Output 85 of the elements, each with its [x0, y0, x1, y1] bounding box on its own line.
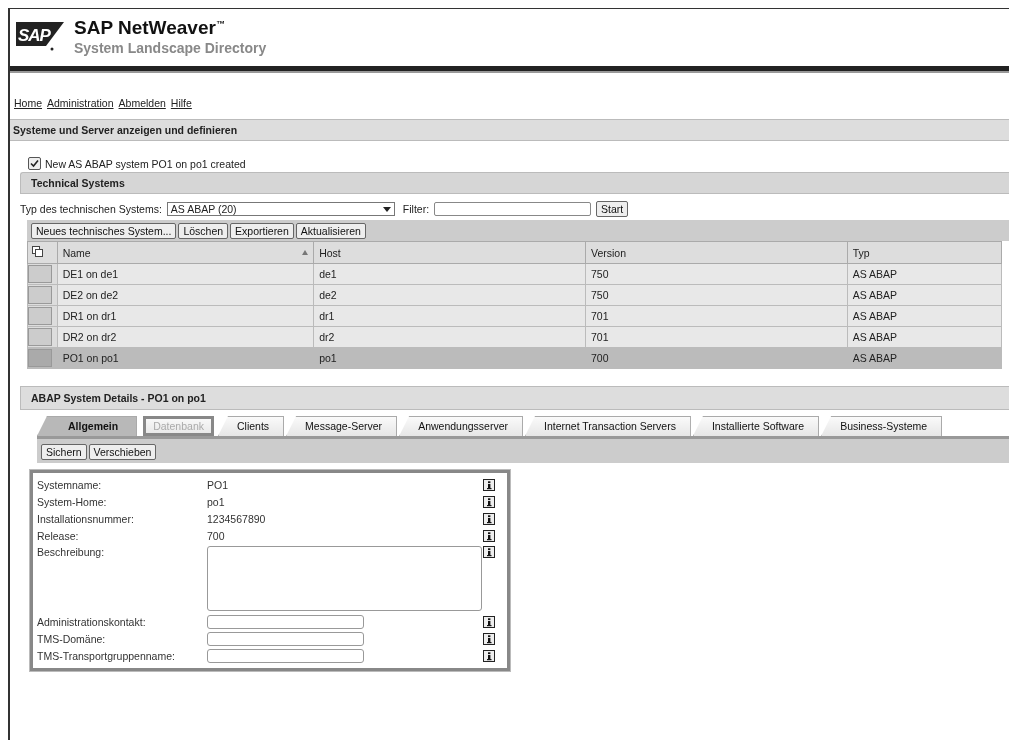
column-header[interactable]: Typ	[852, 246, 870, 259]
field-value: PO1	[207, 478, 228, 491]
product-subtitle: System Landscape Directory	[74, 40, 267, 56]
table-cell: AS ABAP	[852, 331, 897, 343]
field-label: TMS-Domäne:	[37, 632, 106, 645]
field-label: System-Home:	[37, 495, 107, 508]
info-icon[interactable]	[483, 512, 495, 525]
row-selector[interactable]	[28, 265, 52, 283]
info-icon[interactable]	[483, 478, 495, 491]
info-icon[interactable]	[483, 546, 495, 558]
table-cell: AS ABAP	[852, 268, 897, 280]
table-cell: de2	[319, 289, 337, 301]
field-label: Beschreibung:	[37, 546, 105, 558]
column-settings-icon[interactable]	[32, 246, 43, 257]
tab[interactable]: Business-Systeme	[821, 416, 943, 436]
table-cell: 750	[591, 268, 609, 280]
dropdown-caret-icon	[382, 206, 391, 212]
column-header[interactable]: Version	[591, 246, 627, 259]
table-cell: 701	[591, 331, 609, 343]
toolbar-button[interactable]: Löschen	[178, 223, 229, 239]
info-icon[interactable]	[483, 649, 495, 662]
row-selector[interactable]	[28, 328, 52, 346]
type-label: Typ des technischen Systems:	[20, 203, 162, 215]
table-cell: DE1 on de1	[62, 268, 119, 280]
table-cell: DR2 on dr2	[62, 331, 117, 343]
section-header: Technical Systems	[20, 172, 1009, 194]
table-cell: dr2	[319, 331, 335, 343]
field-value: 700	[207, 529, 225, 542]
status-message: New AS ABAP system PO1 on po1 created	[45, 157, 246, 170]
table-cell: dr1	[319, 310, 335, 322]
table-cell: 750	[591, 289, 609, 301]
input-field[interactable]	[207, 631, 364, 646]
details-header: ABAP System Details - PO1 on po1	[20, 386, 1009, 410]
field-label: Release:	[37, 529, 79, 542]
field-label: Installationsnummer:	[37, 512, 134, 525]
filter-label: Filter:	[402, 203, 430, 215]
nav-link[interactable]: Hilfe	[170, 97, 192, 109]
field-label: TMS-Transportgruppenname:	[37, 649, 175, 662]
page-title-bar: Systeme und Server anzeigen und definieren	[10, 119, 1009, 141]
input-field[interactable]	[207, 648, 364, 663]
table-cell: AS ABAP	[852, 289, 897, 301]
info-icon[interactable]	[483, 529, 495, 542]
toolbar-button[interactable]: Verschieben	[88, 444, 157, 460]
tab[interactable]: Message-Server	[286, 416, 398, 436]
input-field[interactable]	[207, 614, 364, 629]
sort-icon[interactable]	[302, 249, 309, 256]
toolbar-button[interactable]: Exportieren	[230, 223, 294, 239]
tab[interactable]: Clients	[218, 416, 285, 436]
table-cell: DR1 on dr1	[62, 310, 117, 322]
table-cell: PO1 on po1	[62, 352, 119, 364]
row-selector[interactable]	[28, 286, 52, 304]
start-button[interactable]: Start	[596, 201, 629, 217]
filter-field[interactable]	[434, 202, 592, 216]
table-cell: de1	[319, 268, 337, 280]
table-cell: AS ABAP	[852, 352, 897, 364]
info-icon[interactable]	[483, 632, 495, 645]
nav-link[interactable]: Administration	[47, 97, 114, 109]
column-header[interactable]: Name	[62, 246, 91, 259]
field-label: Administrationskontakt:	[37, 615, 146, 628]
toolbar-button[interactable]: Sichern	[41, 444, 87, 460]
info-icon[interactable]	[483, 615, 495, 628]
product-title: SAP NetWeaver	[74, 17, 216, 38]
toolbar-button[interactable]: Neues technisches System...	[31, 223, 177, 239]
tab[interactable]: Internet Transaction Servers	[525, 416, 691, 436]
table-cell: 700	[591, 352, 609, 364]
field-value: po1	[207, 495, 225, 508]
field-label: Systemname:	[37, 478, 102, 491]
type-dropdown[interactable]: AS ABAP (20)	[166, 202, 395, 216]
row-selector[interactable]	[28, 307, 52, 325]
tab[interactable]: Allgemein	[37, 416, 138, 436]
info-icon[interactable]	[483, 495, 495, 508]
table-cell: AS ABAP	[852, 310, 897, 322]
table-cell: 701	[591, 310, 609, 322]
table-cell: DE2 on de2	[62, 289, 119, 301]
column-header[interactable]: Host	[319, 246, 341, 259]
field-value: 1234567890	[207, 512, 266, 525]
nav-link[interactable]: Abmelden	[118, 97, 166, 109]
sap-logo: SAP	[16, 21, 64, 52]
table-cell: po1	[319, 352, 337, 364]
trademark-sign: ™	[215, 18, 225, 29]
nav-link[interactable]: Home	[14, 97, 42, 109]
toolbar-button[interactable]: Aktualisieren	[295, 223, 366, 239]
description-field[interactable]	[207, 546, 482, 611]
tab[interactable]: Installierte Software	[692, 416, 820, 436]
tab[interactable]: Anwendungsserver	[399, 416, 523, 436]
